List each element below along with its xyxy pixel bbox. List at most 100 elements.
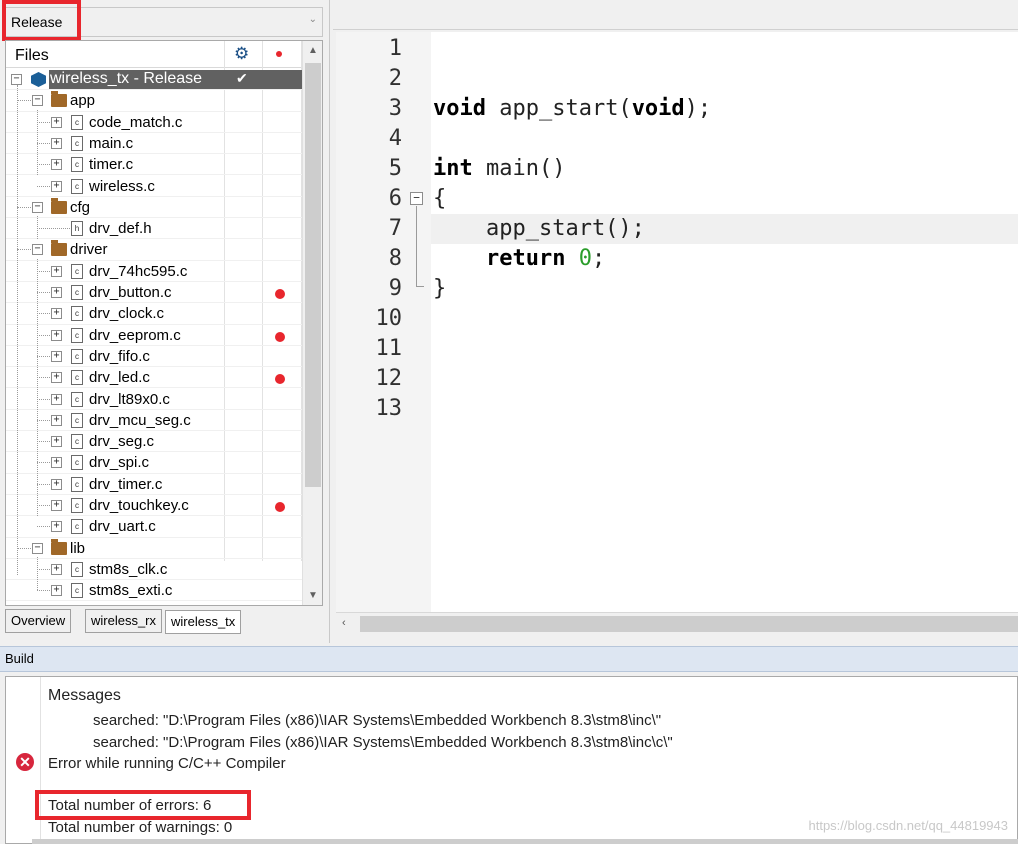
expand-icon[interactable]: + bbox=[51, 500, 62, 511]
tree-file[interactable]: + c drv_eeprom.c bbox=[6, 325, 302, 346]
tree-file[interactable]: + c drv_74hc595.c bbox=[6, 261, 302, 282]
tree-file[interactable]: + c drv_mcu_seg.c bbox=[6, 410, 302, 432]
project-icon bbox=[31, 72, 46, 87]
tree-connector bbox=[37, 419, 50, 421]
tree-file[interactable]: + c drv_uart.c bbox=[6, 516, 302, 538]
expand-icon[interactable]: + bbox=[51, 478, 62, 490]
tab-wireless-rx[interactable]: wireless_rx bbox=[85, 609, 163, 633]
tree-row-project[interactable]: − wireless_tx - Release ✔ bbox=[6, 69, 302, 91]
expand-icon[interactable]: + bbox=[51, 436, 62, 448]
collapse-icon[interactable]: − bbox=[32, 244, 43, 256]
project-name: wireless_tx - Release bbox=[50, 70, 203, 87]
tree-file[interactable]: h drv_def.h bbox=[6, 218, 302, 240]
expand-icon[interactable]: + bbox=[51, 159, 62, 171]
tree-item-label: drv_mcu_seg.c bbox=[89, 411, 191, 429]
expand-icon[interactable]: + bbox=[51, 287, 62, 298]
scrollbar-thumb[interactable] bbox=[305, 63, 321, 487]
expand-icon[interactable]: + bbox=[51, 393, 62, 405]
tree-connector bbox=[17, 249, 31, 251]
collapse-icon[interactable]: − bbox=[32, 542, 43, 554]
tab-overview[interactable]: Overview bbox=[5, 609, 72, 633]
scroll-down-icon[interactable]: ▼ bbox=[308, 590, 318, 601]
configuration-dropdown[interactable]: Release ⌄ bbox=[5, 7, 323, 37]
expand-icon[interactable]: + bbox=[51, 585, 62, 597]
expand-icon[interactable]: + bbox=[51, 414, 62, 426]
build-horizontal-scrollbar[interactable] bbox=[32, 839, 1018, 844]
tree-file[interactable]: + c drv_timer.c bbox=[6, 474, 302, 495]
expand-icon[interactable]: + bbox=[51, 116, 62, 128]
tree-file[interactable]: + c drv_clock.c bbox=[6, 303, 302, 325]
tree-file[interactable]: + c stm8s_exti.c bbox=[6, 580, 302, 602]
expand-icon[interactable]: + bbox=[51, 137, 62, 149]
tree-file[interactable]: + c code_match.c bbox=[6, 112, 302, 133]
tree-file[interactable]: + c drv_button.c bbox=[6, 282, 302, 304]
chevron-down-icon[interactable]: ⌄ bbox=[309, 14, 317, 25]
tree-folder[interactable]: − lib bbox=[6, 538, 302, 559]
scroll-left-icon[interactable]: ‹ bbox=[342, 617, 346, 629]
collapse-icon[interactable]: − bbox=[32, 95, 43, 107]
collapse-icon[interactable]: − bbox=[32, 201, 43, 213]
expand-icon[interactable]: + bbox=[51, 329, 62, 341]
tree-connector bbox=[37, 377, 50, 379]
line-number: 5 bbox=[388, 156, 402, 181]
tree-folder[interactable]: − app bbox=[6, 90, 302, 112]
c-file-icon: c bbox=[71, 583, 83, 599]
breakpoint-column-icon[interactable] bbox=[276, 51, 282, 57]
tree-connector bbox=[17, 206, 31, 208]
tree-scrollbar[interactable]: ▲ ▼ bbox=[302, 41, 322, 605]
tree-file[interactable]: + c stm8s_clk.c bbox=[6, 559, 302, 581]
line-number: 8 bbox=[388, 246, 402, 271]
tree-file[interactable]: + c main.c bbox=[6, 133, 302, 155]
expand-icon[interactable]: + bbox=[51, 265, 62, 277]
column-separator bbox=[40, 677, 41, 844]
tree-file[interactable]: + c drv_spi.c bbox=[6, 452, 302, 474]
editor-horizontal-scrollbar[interactable]: ‹ bbox=[336, 612, 1018, 635]
breakpoint-indicator[interactable] bbox=[275, 289, 285, 299]
expand-icon[interactable]: + bbox=[51, 180, 62, 192]
collapse-icon[interactable]: − bbox=[11, 74, 22, 85]
breakpoint-indicator[interactable] bbox=[275, 374, 285, 385]
tree-connector bbox=[37, 526, 50, 528]
error-message[interactable]: Error while running C/C++ Compiler bbox=[48, 755, 286, 772]
total-errors[interactable]: Total number of errors: 6 bbox=[48, 797, 211, 814]
expand-icon[interactable]: + bbox=[51, 308, 62, 320]
tree-file[interactable]: + c wireless.c bbox=[6, 176, 302, 197]
tab-wireless-tx[interactable]: wireless_tx bbox=[165, 610, 242, 634]
tree-file[interactable]: + c drv_fifo.c bbox=[6, 346, 302, 368]
scroll-up-icon[interactable]: ▲ bbox=[308, 45, 318, 56]
tree-file[interactable]: + c drv_led.c bbox=[6, 367, 302, 389]
scrollbar-thumb[interactable] bbox=[360, 616, 1018, 632]
tree-folder[interactable]: − driver bbox=[6, 239, 302, 261]
gear-icon[interactable]: ⚙ bbox=[234, 45, 249, 62]
tree-connector bbox=[37, 185, 50, 187]
tree-file[interactable]: + c drv_lt89x0.c bbox=[6, 389, 302, 410]
fold-collapse-icon[interactable]: − bbox=[410, 192, 423, 205]
breakpoint-indicator[interactable] bbox=[275, 502, 285, 512]
expand-icon[interactable]: + bbox=[51, 563, 62, 575]
c-file-icon: c bbox=[71, 306, 83, 322]
expand-icon[interactable]: + bbox=[51, 350, 62, 362]
code-line-7: app_start(); bbox=[433, 216, 645, 241]
tree-file[interactable]: + c drv_touchkey.c bbox=[6, 495, 302, 517]
expand-icon[interactable]: + bbox=[51, 521, 62, 533]
tree-file[interactable]: + c drv_seg.c bbox=[6, 431, 302, 453]
tree-item-label: drv_clock.c bbox=[89, 305, 165, 323]
tree-folder[interactable]: − cfg bbox=[6, 197, 302, 219]
expand-icon[interactable]: + bbox=[51, 457, 62, 469]
total-warnings[interactable]: Total number of warnings: 0 bbox=[48, 819, 232, 836]
tree-item-label: drv_def.h bbox=[89, 220, 152, 238]
line-number: 1 bbox=[388, 36, 402, 61]
tree-connector bbox=[37, 505, 50, 506]
tree-file[interactable]: + c timer.c bbox=[6, 154, 302, 176]
tree-connector bbox=[37, 292, 50, 293]
expand-icon[interactable]: + bbox=[51, 372, 62, 384]
tree-item-label: drv_led.c bbox=[89, 369, 150, 387]
tree-item-label: stm8s_clk.c bbox=[89, 560, 168, 578]
breakpoint-indicator[interactable] bbox=[275, 331, 285, 342]
code-editor[interactable]: 1 2 3 4 5 6 7 8 9 10 11 12 13 − void app_start(void)… bbox=[336, 32, 1018, 612]
tree-item-label: drv_touchkey.c bbox=[89, 497, 189, 514]
message-line[interactable]: searched: "D:\Program Files (x86)\IAR Sy… bbox=[93, 734, 673, 751]
message-line[interactable]: searched: "D:\Program Files (x86)\IAR Sy… bbox=[93, 712, 661, 729]
tree-item-label: code_match.c bbox=[89, 113, 183, 131]
tree-connector bbox=[37, 462, 50, 464]
